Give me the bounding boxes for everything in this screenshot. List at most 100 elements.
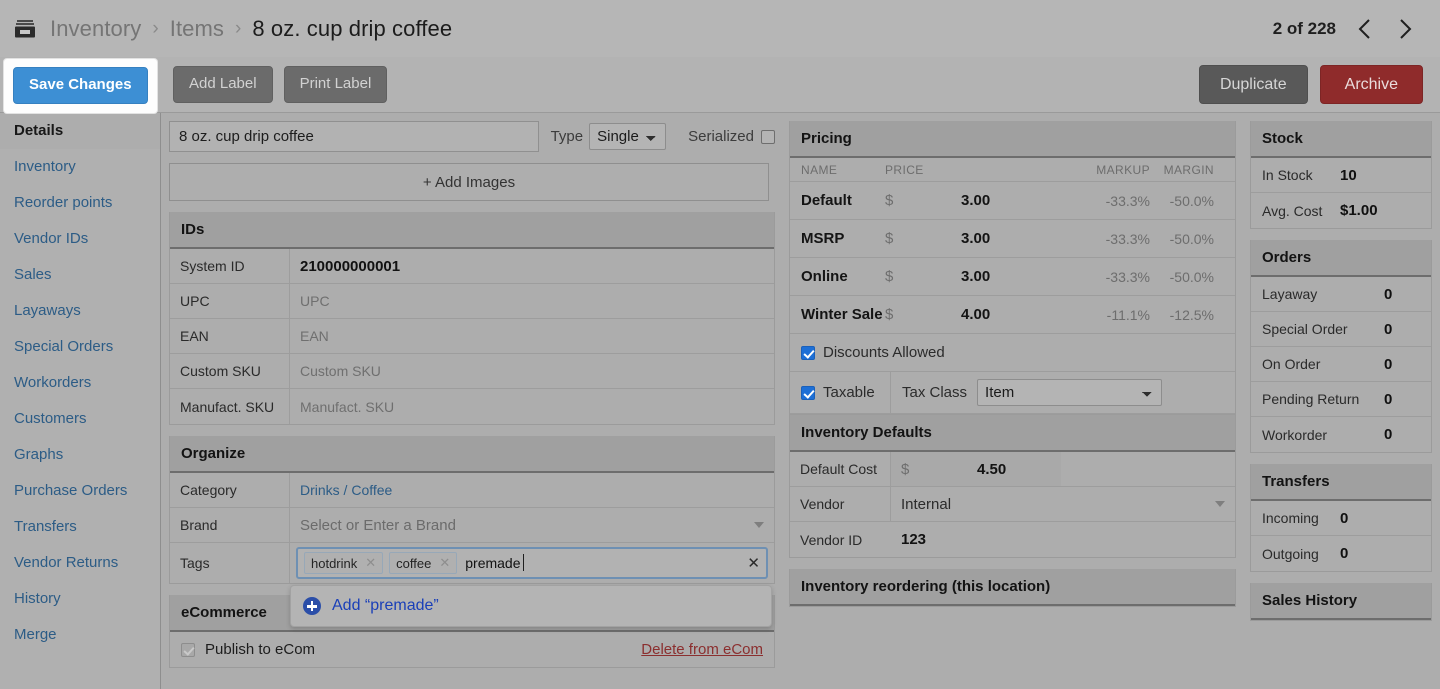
layaway-value: 0: [1384, 285, 1393, 303]
publish-to-ecom-checkbox[interactable]: [181, 642, 195, 657]
price-markup: -11.1%: [1106, 306, 1150, 323]
table-row: Default $ 3.00 -33.3% -50.0%: [790, 182, 1235, 220]
organize-panel: Organize Category Drinks / Coffee Brand …: [169, 436, 775, 627]
table-row: UPC UPC: [170, 284, 774, 319]
breadcrumb-item-items[interactable]: Items: [170, 16, 224, 42]
sidebar-item-purchase-orders[interactable]: Purchase Orders: [0, 473, 160, 509]
type-select[interactable]: Single: [589, 123, 667, 150]
tag-remove-icon[interactable]: ✕: [439, 555, 450, 571]
sidebar-item-customers[interactable]: Customers: [0, 401, 160, 437]
stock-card: Stock In Stock 10 Avg. Cost $1.00: [1250, 121, 1432, 229]
chevron-left-icon[interactable]: [1354, 16, 1376, 42]
discounts-allowed-row: Discounts Allowed: [790, 334, 1235, 372]
pricing-column-headers: NAME PRICE MARKUP MARGIN: [790, 158, 1235, 182]
vendor-label: Vendor: [790, 487, 891, 521]
table-row: Custom SKU Custom SKU: [170, 354, 774, 389]
currency-symbol: $: [885, 192, 894, 209]
taxable-checkbox[interactable]: [801, 385, 815, 400]
manufact-sku-input[interactable]: Manufact. SKU: [290, 389, 774, 424]
default-cost-value: 4.50: [977, 460, 1007, 478]
sidebar-item-sales[interactable]: Sales: [0, 257, 160, 293]
header-bar: Inventory › Items › 8 oz. cup drip coffe…: [0, 0, 1440, 57]
ean-input[interactable]: EAN: [290, 319, 774, 353]
reordering-panel-title: Inventory reordering (this location): [790, 569, 1235, 606]
sidebar-item-reorder-points[interactable]: Reorder points: [0, 185, 160, 221]
default-cost-input[interactable]: $ 4.50: [891, 452, 1061, 486]
avg-cost-value: $1.00: [1340, 202, 1378, 219]
vendor-id-value[interactable]: 123: [891, 522, 1235, 557]
page-body: Details Inventory Reorder points Vendor …: [0, 113, 1440, 689]
table-row: Manufact. SKU Manufact. SKU: [170, 389, 774, 424]
left-column: Type Single Serialized + Add Images IDs: [169, 121, 775, 689]
delete-from-ecom-link[interactable]: Delete from eCom: [641, 641, 763, 658]
breadcrumb-separator: ›: [235, 18, 242, 39]
table-row: Brand Select or Enter a Brand: [170, 508, 774, 543]
custom-sku-input[interactable]: Custom SKU: [290, 354, 774, 388]
sidebar-item-transfers[interactable]: Transfers: [0, 509, 160, 545]
avg-cost-label: Avg. Cost: [1262, 202, 1323, 219]
upc-input[interactable]: UPC: [290, 284, 774, 318]
add-tag-option[interactable]: Add “premade”: [332, 597, 439, 615]
add-images-button[interactable]: + Add Images: [169, 163, 769, 201]
vendor-value: Internal: [901, 495, 952, 513]
price-input[interactable]: $ 3.00: [885, 192, 1055, 209]
reordering-panel: Inventory reordering (this location): [789, 569, 1236, 607]
special-order-value: 0: [1384, 320, 1393, 338]
price-margin: -50.0%: [1169, 230, 1214, 247]
price-input[interactable]: $ 3.00: [885, 230, 1055, 247]
item-name-input[interactable]: [169, 121, 539, 152]
taxable-field: Taxable: [790, 372, 891, 413]
ean-label: EAN: [170, 319, 290, 353]
pricing-header-name: NAME: [801, 163, 838, 177]
pricing-header-price: PRICE: [885, 163, 924, 177]
list-item: Outgoing 0: [1251, 536, 1431, 571]
breadcrumb-item-current: 8 oz. cup drip coffee: [252, 15, 453, 41]
sidebar-item-vendor-ids[interactable]: Vendor IDs: [0, 221, 160, 257]
tag-remove-icon[interactable]: ✕: [365, 555, 376, 571]
main-content: Type Single Serialized + Add Images IDs: [161, 113, 1440, 689]
category-value[interactable]: Drinks / Coffee: [290, 473, 774, 507]
add-label-button[interactable]: Add Label: [173, 66, 273, 103]
brand-select[interactable]: Select or Enter a Brand: [290, 508, 774, 542]
tax-class-field: Tax Class Item: [891, 372, 1173, 413]
chevron-down-icon: [1215, 501, 1225, 507]
pricing-panel: Pricing NAME PRICE MARKUP MARGIN Default…: [789, 121, 1236, 558]
sidebar-item-history[interactable]: History: [0, 581, 160, 617]
default-cost-field: $ 4.50: [891, 452, 1235, 486]
price-markup: -33.3%: [1105, 230, 1150, 247]
print-label-button[interactable]: Print Label: [283, 66, 388, 103]
sidebar-item-layaways[interactable]: Layaways: [0, 293, 160, 329]
tag-chip: hotdrink ✕: [304, 552, 384, 574]
tags-input-box[interactable]: hotdrink ✕ coffee ✕ premade ✕: [296, 547, 768, 579]
price-input[interactable]: $ 4.00: [885, 306, 1055, 323]
clear-icon[interactable]: ✕: [747, 554, 760, 572]
serialized-checkbox[interactable]: [761, 129, 775, 144]
sidebar-nav: Details Inventory Reorder points Vendor …: [0, 113, 161, 689]
price-amount: 3.00: [961, 268, 991, 285]
chevron-right-icon[interactable]: [1394, 16, 1416, 42]
vendor-select[interactable]: Internal: [891, 487, 1235, 521]
publish-to-ecom-label: Publish to eCom: [205, 641, 316, 658]
tax-class-select[interactable]: Item: [977, 379, 1163, 406]
save-changes-button[interactable]: Save Changes: [13, 67, 148, 104]
sidebar-item-vendor-returns[interactable]: Vendor Returns: [0, 545, 160, 581]
table-row: MSRP $ 3.00 -33.3% -50.0%: [790, 220, 1235, 258]
list-item: In Stock 10: [1251, 158, 1431, 193]
sidebar-item-merge[interactable]: Merge: [0, 617, 160, 653]
sidebar-item-inventory[interactable]: Inventory: [0, 149, 160, 185]
sidebar-item-graphs[interactable]: Graphs: [0, 437, 160, 473]
sidebar-item-workorders[interactable]: Workorders: [0, 365, 160, 401]
sidebar-item-details[interactable]: Details: [0, 113, 160, 149]
right-column: Stock In Stock 10 Avg. Cost $1.00 Orders…: [1250, 121, 1432, 689]
discounts-allowed-checkbox[interactable]: [801, 345, 815, 360]
breadcrumb-item-inventory[interactable]: Inventory: [50, 16, 141, 42]
tags-input[interactable]: premade: [463, 554, 524, 571]
duplicate-button[interactable]: Duplicate: [1198, 64, 1308, 105]
taxable-row: Taxable Tax Class Item: [790, 372, 1235, 414]
table-row: Category Drinks / Coffee: [170, 473, 774, 508]
sidebar-item-special-orders[interactable]: Special Orders: [0, 329, 160, 365]
archive-button[interactable]: Archive: [1319, 64, 1423, 105]
list-item: Avg. Cost $1.00: [1251, 193, 1431, 228]
action-toolbar: Save Changes Add Label Print Label Dupli…: [0, 57, 1440, 113]
price-input[interactable]: $ 3.00: [885, 268, 1055, 285]
